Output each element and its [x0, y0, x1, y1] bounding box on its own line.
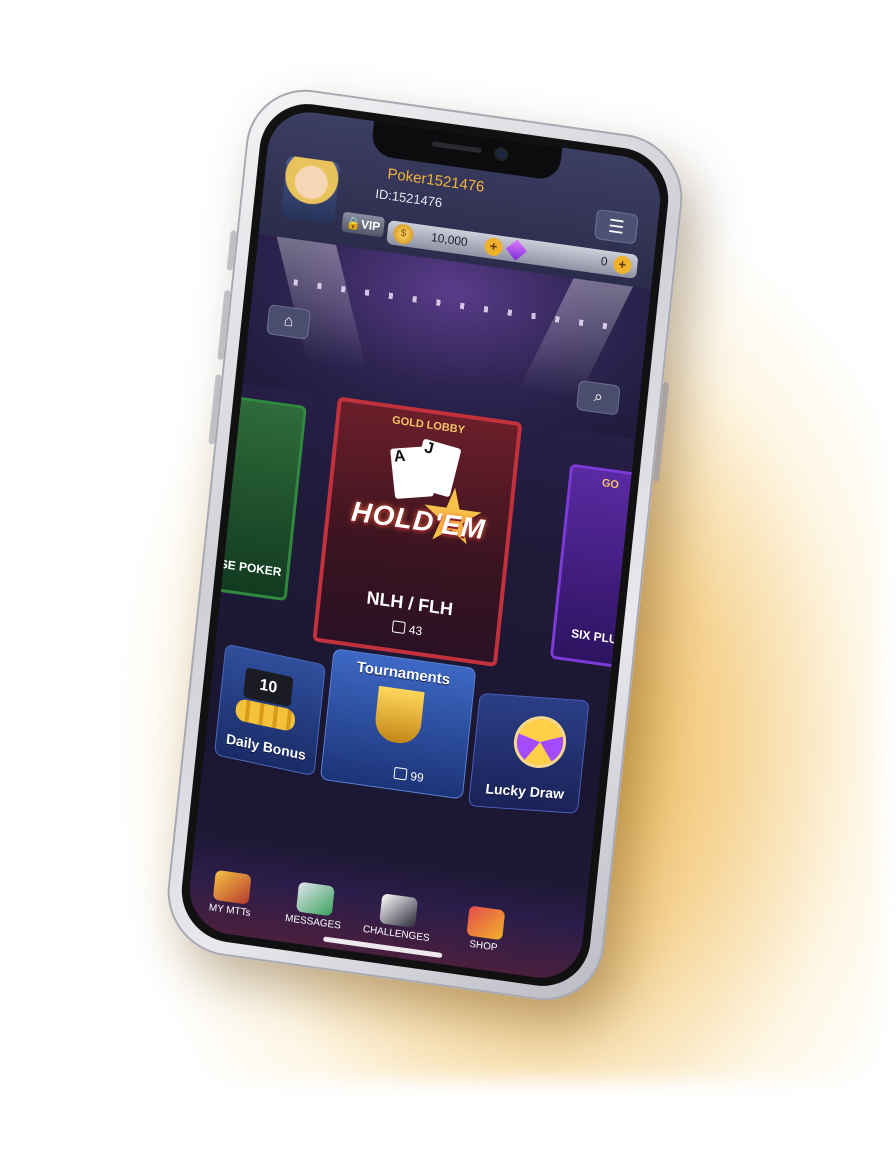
phone-frame: Poker1521476 ID:1521476 ☰ 🔒VIP $ 10,000 … — [161, 81, 689, 1009]
spotlight-beam — [276, 236, 367, 371]
player-count-value: 43 — [408, 622, 423, 639]
add-gems-button[interactable]: + — [612, 254, 633, 276]
user-id: ID:1521476 — [374, 185, 443, 211]
lobby-label: SIX PLU — [570, 626, 619, 647]
lobby-card-holdem[interactable]: GOLD LOBBY A J HOLD'EM NLH / FLH 43 — [312, 396, 523, 668]
avatar[interactable] — [280, 155, 341, 225]
game-art-title: HOLD'EM — [350, 495, 488, 546]
prize-wheel-icon — [511, 714, 569, 770]
trophy-icon — [373, 685, 425, 746]
tournament-player-count-value: 99 — [409, 769, 425, 785]
search-icon: ⌕ — [593, 388, 604, 407]
add-coins-button[interactable]: + — [483, 236, 504, 258]
search-button[interactable]: ⌕ — [575, 379, 621, 416]
gem-icon — [505, 239, 527, 261]
nav-my-mtts[interactable]: MY MTTs — [188, 867, 276, 922]
nav-messages[interactable]: MESSAGES — [271, 878, 359, 933]
camera-icon — [495, 148, 507, 160]
tournaments-tile[interactable]: Tournaments 99 — [319, 648, 477, 800]
lobby-label: ESE POKER — [211, 555, 283, 580]
mailbox-icon — [295, 881, 335, 917]
nav-shop[interactable]: SHOP — [441, 902, 529, 957]
gem-balance: 0 — [600, 253, 609, 269]
speaker — [431, 141, 482, 154]
tile-label: Lucky Draw — [484, 780, 565, 802]
tournament-player-count: 99 — [393, 766, 425, 785]
coin-balance: 10,000 — [430, 230, 469, 250]
players-icon — [391, 620, 406, 634]
players-icon — [393, 766, 408, 781]
nav-challenges[interactable]: CHALLENGES — [354, 890, 442, 945]
phone-mockup: Poker1521476 ID:1521476 ☰ 🔒VIP $ 10,000 … — [161, 81, 689, 1009]
phone-bezel: Poker1521476 ID:1521476 ☰ 🔒VIP $ 10,000 … — [176, 97, 674, 993]
menu-button[interactable]: ☰ — [593, 208, 639, 245]
tile-label: Daily Bonus — [225, 730, 307, 764]
lucky-draw-tile[interactable]: Lucky Draw — [467, 692, 590, 814]
spotlight-beam — [517, 278, 633, 400]
home-icon: ⌂ — [282, 312, 295, 331]
vip-badge[interactable]: 🔒VIP — [341, 211, 386, 238]
nav-label: MESSAGES — [284, 912, 342, 932]
hamburger-icon: ☰ — [607, 215, 626, 238]
app-screen: Poker1521476 ID:1521476 ☰ 🔒VIP $ 10,000 … — [185, 106, 665, 984]
coin-icon: $ — [392, 222, 415, 246]
vip-label: VIP — [360, 217, 381, 234]
daily-bonus-tile[interactable]: 10 Daily Bonus — [213, 643, 326, 777]
nav-label: MY MTTs — [208, 902, 252, 920]
home-button[interactable]: ⌂ — [266, 304, 311, 340]
lobby-card-left[interactable]: ESE POKER — [201, 394, 307, 602]
nav-label: SHOP — [468, 938, 498, 954]
tournament-icon — [212, 869, 252, 905]
shopping-cart-icon — [466, 905, 506, 941]
cards-icon — [379, 893, 419, 929]
lobby-tier: GO — [601, 477, 620, 492]
